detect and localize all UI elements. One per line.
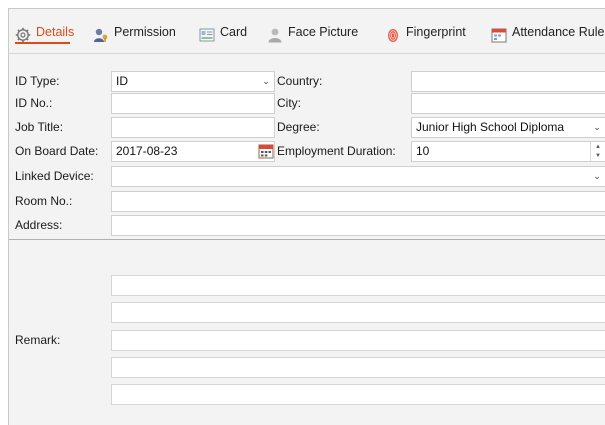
id-type-label: ID Type: bbox=[15, 74, 60, 88]
degree-label: Degree: bbox=[277, 120, 320, 134]
id-no-label: ID No.: bbox=[15, 96, 53, 110]
id-type-value: ID bbox=[116, 74, 128, 88]
linked-device-label: Linked Device: bbox=[15, 169, 94, 183]
tab-label: Face Picture bbox=[288, 25, 359, 39]
country-field[interactable] bbox=[411, 71, 605, 92]
remark-line-4[interactable] bbox=[111, 357, 605, 378]
remark-line-5[interactable] bbox=[111, 384, 605, 405]
person-silhouette-icon bbox=[267, 24, 283, 43]
tab-label: Card bbox=[220, 25, 248, 39]
city-label: City: bbox=[277, 96, 301, 110]
address-field[interactable] bbox=[111, 215, 605, 236]
room-no-field[interactable] bbox=[111, 191, 605, 212]
job-title-field[interactable] bbox=[111, 117, 275, 138]
chevron-down-icon[interactable]: ⌄ bbox=[258, 72, 274, 91]
remark-line-2[interactable] bbox=[111, 302, 605, 323]
job-title-label: Job Title: bbox=[15, 120, 64, 134]
tab-label: Permission bbox=[114, 25, 176, 39]
tab-face-picture[interactable]: Face Picture bbox=[267, 17, 358, 47]
spin-down-icon[interactable]: ▼ bbox=[595, 153, 601, 159]
tab-label: Attendance Rule bbox=[512, 25, 605, 39]
section-divider bbox=[9, 239, 605, 240]
tab-attendance-rule[interactable]: Attendance Rule bbox=[491, 17, 604, 47]
degree-value: Junior High School Diploma bbox=[416, 120, 565, 134]
room-no-label: Room No.: bbox=[15, 194, 73, 208]
on-board-date-value: 2017-08-23 bbox=[116, 144, 178, 158]
tab-strip: Details Permission Card Face Picture Fin… bbox=[9, 9, 605, 54]
employment-duration-value: 10 bbox=[416, 144, 430, 158]
address-label: Address: bbox=[15, 218, 63, 232]
gear-icon bbox=[15, 24, 31, 43]
spinner-arrows[interactable]: ▲ ▼ bbox=[590, 142, 605, 161]
id-no-field[interactable] bbox=[111, 93, 275, 114]
on-board-date-label: On Board Date: bbox=[15, 144, 99, 158]
city-field[interactable] bbox=[411, 93, 605, 114]
tab-label: Details bbox=[36, 25, 75, 39]
spin-up-icon[interactable]: ▲ bbox=[595, 144, 601, 150]
tab-fingerprint[interactable]: Fingerprint bbox=[385, 17, 466, 47]
linked-device-select[interactable]: ⌄ bbox=[111, 166, 605, 187]
calendar-icon[interactable] bbox=[258, 143, 274, 159]
tab-permission[interactable]: Permission bbox=[93, 17, 176, 47]
calendar-rule-icon bbox=[491, 24, 507, 43]
tab-label: Fingerprint bbox=[406, 25, 466, 39]
on-board-date-field[interactable]: 2017-08-23 bbox=[111, 141, 275, 162]
chevron-down-icon[interactable]: ⌄ bbox=[589, 167, 605, 186]
employment-duration-label: Employment Duration: bbox=[277, 144, 396, 158]
person-details-panel: Details Permission Card Face Picture Fin… bbox=[8, 8, 605, 425]
user-key-icon bbox=[93, 24, 109, 42]
remark-line-1[interactable] bbox=[111, 275, 605, 296]
id-type-select[interactable]: ID ⌄ bbox=[111, 71, 275, 92]
country-label: Country: bbox=[277, 74, 323, 88]
degree-select[interactable]: Junior High School Diploma ⌄ bbox=[411, 117, 605, 138]
employment-duration-spinner[interactable]: 10 ▲ ▼ bbox=[411, 141, 605, 162]
fingerprint-icon bbox=[385, 24, 401, 42]
chevron-down-icon[interactable]: ⌄ bbox=[589, 118, 605, 137]
remark-label: Remark: bbox=[15, 333, 61, 347]
tab-card[interactable]: Card bbox=[199, 17, 247, 47]
remark-line-3[interactable] bbox=[111, 330, 605, 351]
tab-details[interactable]: Details bbox=[15, 17, 74, 47]
card-icon bbox=[199, 24, 215, 42]
